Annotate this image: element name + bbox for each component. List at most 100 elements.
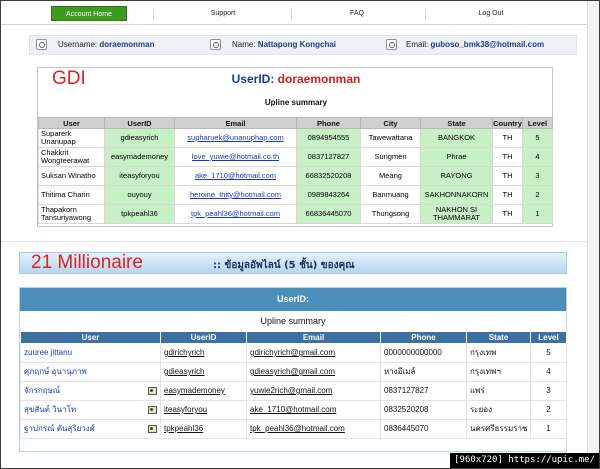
userid-cell: easymademoney: [104, 147, 175, 167]
country-cell: TH: [492, 166, 523, 186]
city-cell: Tawewattana: [360, 128, 421, 148]
userid-cell: iteasyforyou: [160, 400, 247, 420]
gdi-panel: Account Home Support FAQ Log Out Usernam…: [1, 1, 587, 239]
name-info: Name: Nattapong Kongchai: [232, 40, 336, 49]
phone-cell: 0837127827: [296, 147, 361, 167]
id-card-icon[interactable]: [148, 387, 157, 395]
table-row: zuuree jittanu gdirichyrich gdirichyrich@g…: [20, 343, 567, 363]
gdi-userid-value: doraemonman: [277, 72, 361, 86]
nav-faq[interactable]: FAQ: [317, 6, 397, 21]
city-cell: Thungsong: [360, 204, 421, 224]
userid-link[interactable]: gdirichyrich: [164, 348, 204, 357]
nav-account-home[interactable]: Account Home: [51, 6, 127, 21]
phone-cell: 0832520208: [380, 400, 467, 420]
column-header: Level: [530, 331, 567, 344]
gdi-upline-box: UserID: doraemonman GDI Upline summary U…: [37, 67, 553, 227]
nav-log-out[interactable]: Log Out: [451, 6, 531, 21]
level-cell: 4: [530, 362, 567, 382]
table-row: Chakkrit Wongteerawat easymademoney love_y…: [38, 147, 553, 167]
state-cell: Phrae: [420, 147, 493, 167]
country-cell: TH: [492, 185, 523, 205]
level-cell: 2: [522, 185, 553, 205]
country-cell: TH: [492, 147, 523, 167]
nav-support[interactable]: Support: [183, 6, 263, 21]
email-link[interactable]: gdieasyrich@gmail.com: [250, 367, 335, 376]
level-cell: 3: [522, 166, 553, 186]
userid-cell: gdieasyrich: [160, 362, 247, 382]
page-scrollbar[interactable]: [587, 1, 599, 453]
userid-cell: gdieasyrich: [104, 128, 175, 148]
level-cell: 5: [522, 128, 553, 148]
email-link[interactable]: tpk_peahl36@hotmail.com: [191, 209, 280, 218]
id-card-icon[interactable]: [148, 425, 157, 433]
mlm-userid-heading: UserID:: [20, 288, 566, 311]
user-name-link[interactable]: จักรกฤษณ์: [24, 386, 60, 395]
username-info: Username: doraemonman: [58, 40, 154, 49]
table-row: Thapakorn Tansuriyawong tpkpeahl36 tpk_pea…: [38, 204, 553, 224]
column-header: Email: [246, 331, 381, 344]
gdi-userid-label: UserID:: [231, 72, 275, 86]
upline-banner-title: :: ข้อมูลอัพไลน์ (5 ชั้น) ของคุณ: [213, 260, 355, 271]
user-name-link[interactable]: สุขสันต์ วินาโท: [24, 405, 76, 414]
id-card-icon[interactable]: [148, 406, 157, 414]
email-link[interactable]: love_yuwie@hotmail.co.th: [192, 152, 279, 161]
column-header: UserID: [104, 117, 175, 129]
phone-cell: 66836445070: [296, 204, 361, 224]
user-name-cell: zuuree jittanu: [20, 343, 161, 363]
user-name-link[interactable]: ฐาปกรณ์ ตันสุริยวงศ์: [24, 424, 95, 433]
email-link[interactable]: yuwie2rich@gmail.com: [250, 386, 332, 395]
user-name-cell: Suksan Winatho: [38, 166, 105, 186]
table-row: Suksan Winatho iteasyforyou ake_1710@hotma…: [38, 166, 553, 186]
email-info: Email: guboso_bmk38@hotmail.com: [406, 40, 544, 49]
mlm-panel: 21 Millionaire :: ข้อมูลอัพไลน์ (5 ชั้น)…: [1, 241, 587, 453]
email-cell: gdirichyrich@gmail.com: [246, 343, 381, 363]
column-header: User: [20, 331, 161, 344]
state-cell: BANGKOK: [420, 128, 493, 148]
state-cell: SAKHONNAKORN: [420, 185, 493, 205]
column-header: Level: [522, 117, 553, 129]
email-cell: tpk_peahl36@hotmail.com: [246, 419, 381, 439]
gdi-userid-heading: UserID: doraemonman: [38, 72, 554, 86]
column-header: Phone: [380, 331, 467, 344]
email-icon: [386, 39, 397, 50]
user-name-link[interactable]: ศุภฤกษ์ อุนานุภาพ: [24, 367, 87, 376]
userid-link[interactable]: gdieasyrich: [164, 367, 204, 376]
table-row: ฐาปกรณ์ ตันสุริยวงศ์ tpkpeahl36 tpk_peahl3…: [20, 419, 567, 439]
column-header: Phone: [296, 117, 361, 129]
email-link[interactable]: gdirichyrich@gmail.com: [250, 348, 335, 357]
userid-link[interactable]: iteasyforyou: [164, 405, 207, 414]
userid-cell: easymademoney: [160, 381, 247, 401]
column-header: Country: [492, 117, 523, 129]
userid-link[interactable]: tpkpeahl36: [164, 424, 203, 433]
userid-link[interactable]: easymademoney: [164, 386, 225, 395]
table-row: Suparerk Unanupap gdieasyrich supharuek@un…: [38, 128, 553, 148]
username-label: Username:: [58, 40, 98, 49]
level-cell: 4: [522, 147, 553, 167]
state-cell: แพร่: [466, 381, 531, 401]
user-name-cell: จักรกฤษณ์: [20, 381, 161, 401]
name-value: Nattapong Kongchai: [257, 40, 337, 49]
email-link[interactable]: tpk_peahl36@hotmail.com: [250, 424, 345, 433]
gdi-upline-table: User UserID Email Phone City State Country Leve…: [38, 117, 553, 224]
table-row: สุขสันต์ วินาโท iteasyforyou ake_1710@hotm…: [20, 400, 567, 420]
email-link[interactable]: ake_1710@hotmail.com: [250, 405, 336, 414]
city-cell: Meang: [360, 166, 421, 186]
nav-divider: [153, 7, 154, 20]
user-name-cell: ศุภฤกษ์ อุนานุภาพ: [20, 362, 161, 382]
column-header: City: [360, 117, 421, 129]
search-icon: [36, 39, 47, 50]
user-name-link[interactable]: zuuree jittanu: [24, 348, 72, 357]
email-link[interactable]: supharuek@unanuphap.com: [187, 133, 283, 142]
column-header: User: [38, 117, 105, 129]
column-header: State: [420, 117, 493, 129]
email-link[interactable]: ake_1710@hotmail.com: [195, 171, 276, 180]
user-name-cell: Thapakorn Tansuriyawong: [38, 204, 105, 224]
column-header: UserID: [160, 331, 247, 344]
user-name-cell: Thitima Charin: [38, 185, 105, 205]
column-header: State: [466, 331, 531, 344]
phone-cell: 0837127827: [380, 381, 467, 401]
level-cell: 1: [522, 204, 553, 224]
email-cell: tpk_peahl36@hotmail.com: [174, 204, 297, 224]
user-name-cell: ฐาปกรณ์ ตันสุริยวงศ์: [20, 419, 161, 439]
email-link[interactable]: heroine_thity@hotmail.com: [190, 190, 281, 199]
